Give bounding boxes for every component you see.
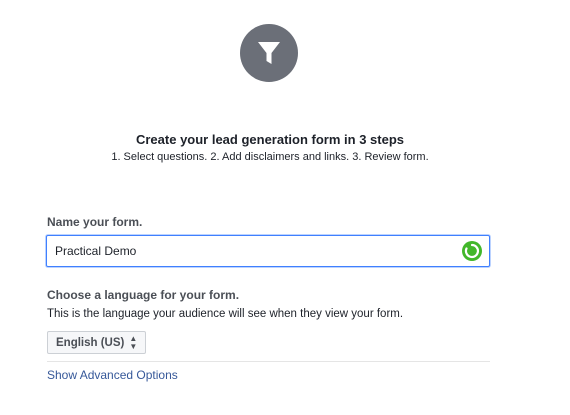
page-title: Create your lead generation form in 3 st… [135, 132, 405, 147]
loading-spinner-icon [462, 241, 482, 261]
divider [47, 361, 490, 362]
funnel-icon [258, 42, 280, 64]
funnel-icon-badge [240, 24, 298, 82]
language-select-value: English (US) [56, 336, 125, 349]
form-name-input[interactable] [55, 236, 455, 266]
show-advanced-options-link[interactable]: Show Advanced Options [47, 368, 178, 382]
language-select[interactable]: English (US) ▲ ▼ [47, 331, 147, 354]
language-label: Choose a language for your form. [47, 288, 240, 302]
page-subtitle: 1. Select questions. 2. Add disclaimers … [111, 151, 429, 163]
updown-arrows-icon: ▲ ▼ [129, 333, 138, 351]
language-description: This is the language your audience will … [47, 308, 404, 320]
form-name-field[interactable] [46, 235, 490, 267]
form-name-label: Name your form. [47, 215, 143, 229]
